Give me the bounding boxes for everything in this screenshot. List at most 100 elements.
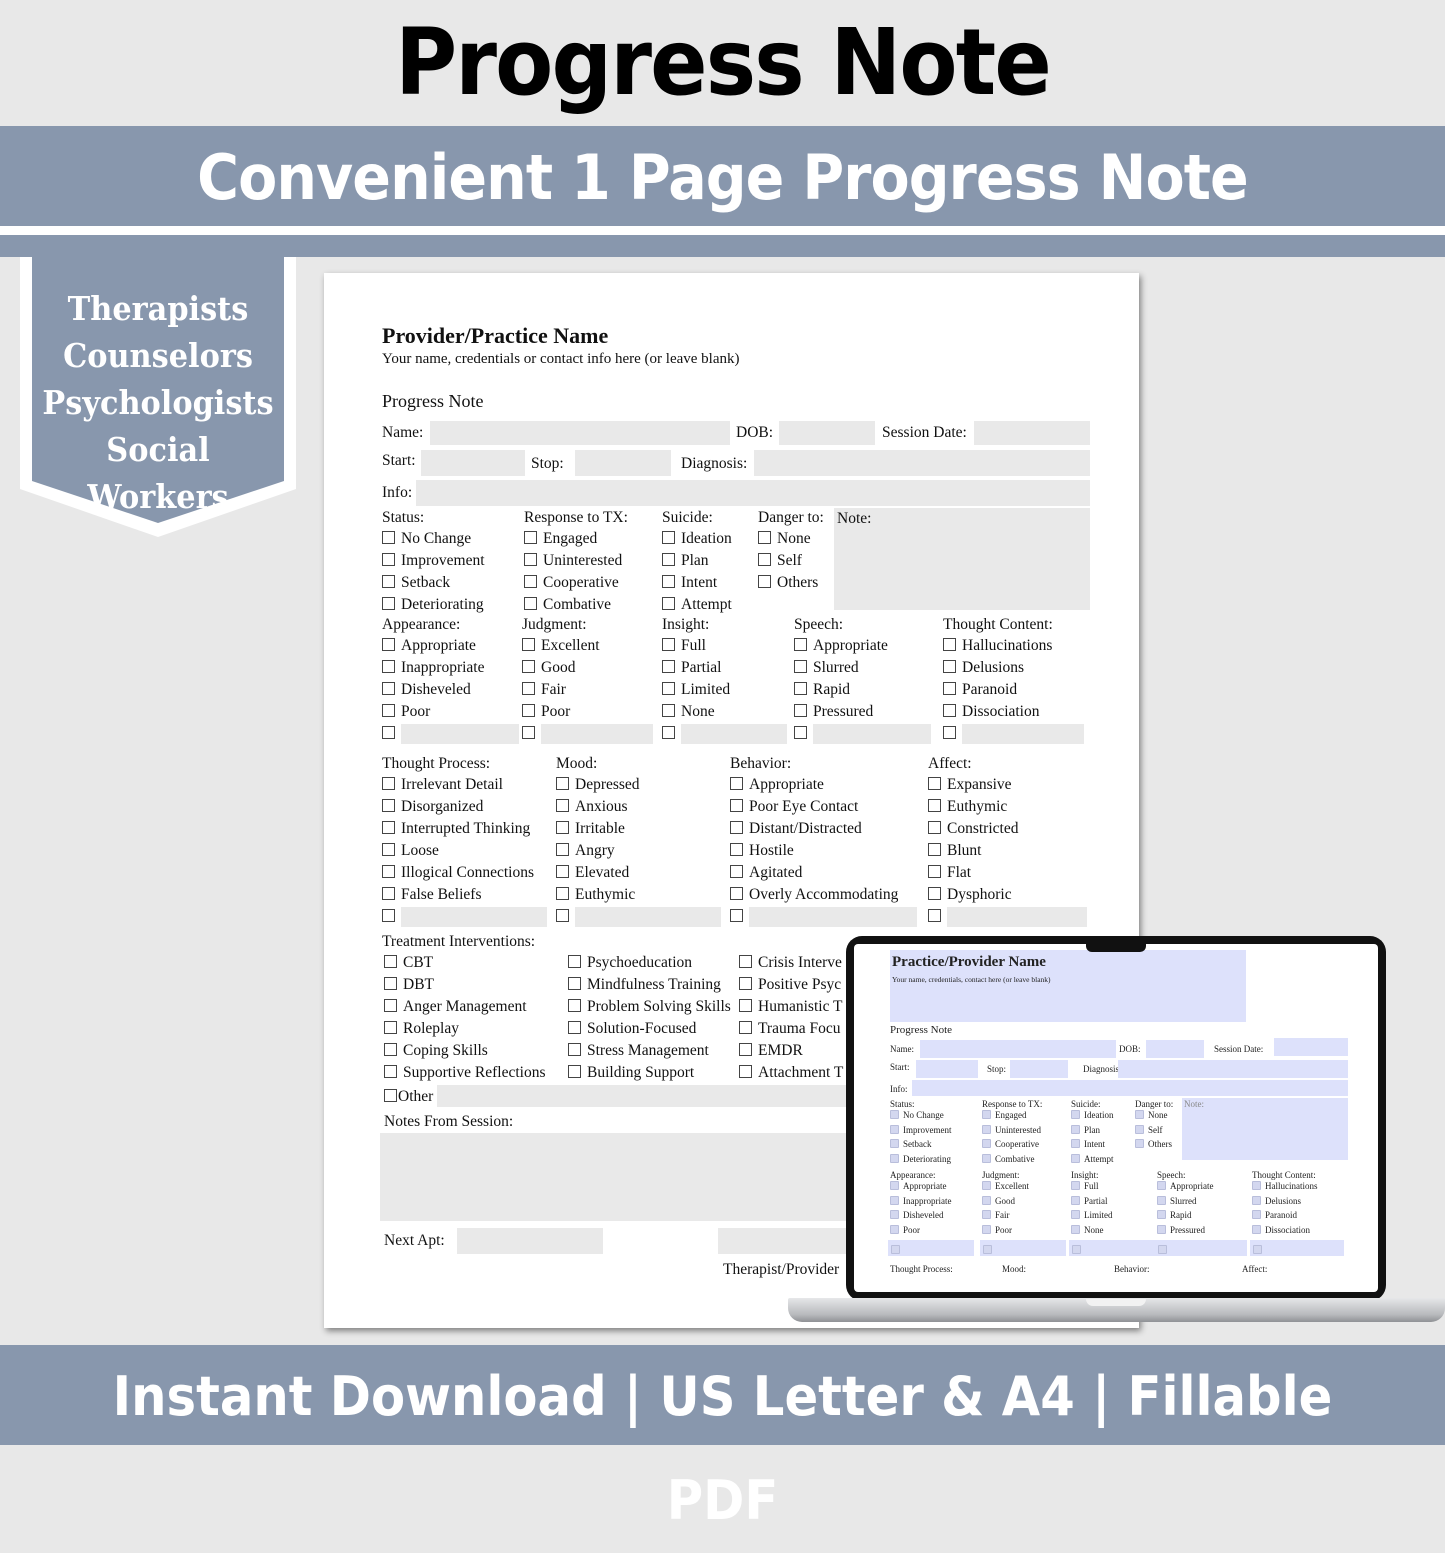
laptop-checkbox-item[interactable]: Pressured: [1157, 1224, 1205, 1235]
session-date-field[interactable]: [974, 421, 1090, 445]
custom-option[interactable]: [522, 723, 653, 745]
checkbox-item[interactable]: Dissociation: [943, 701, 1053, 723]
checkbox-item[interactable]: Setback: [382, 572, 485, 594]
checkbox[interactable]: [794, 682, 807, 695]
custom-option-field[interactable]: [575, 907, 721, 927]
checkbox[interactable]: [890, 1210, 899, 1219]
dob-field[interactable]: [779, 421, 875, 445]
checkbox[interactable]: [556, 843, 569, 856]
checkbox[interactable]: [524, 531, 537, 544]
custom-option-field[interactable]: [749, 907, 917, 927]
treatment-item[interactable]: Psychoeducation: [568, 952, 731, 974]
custom-option-field[interactable]: [681, 724, 787, 744]
laptop-checkbox-item[interactable]: Delusions: [1252, 1195, 1301, 1206]
checkbox[interactable]: [1252, 1224, 1261, 1234]
checkbox-item[interactable]: Euthymic: [556, 884, 640, 906]
laptop-start-field[interactable]: [916, 1060, 978, 1078]
laptop-checkbox-item[interactable]: Uninterested: [982, 1124, 1041, 1135]
checkbox[interactable]: [890, 1153, 899, 1163]
treatment-item[interactable]: Building Support: [568, 1062, 731, 1084]
laptop-checkbox-item[interactable]: Limited: [1071, 1210, 1113, 1220]
custom-option-field[interactable]: [401, 907, 547, 927]
checkbox[interactable]: [943, 682, 956, 695]
custom-option-field[interactable]: [947, 907, 1087, 927]
checkbox-item[interactable]: False Beliefs: [382, 884, 534, 906]
checkbox[interactable]: [1071, 1195, 1080, 1205]
checkbox[interactable]: [730, 821, 743, 834]
checkbox[interactable]: [1253, 1245, 1262, 1254]
checkbox-item[interactable]: Expansive: [928, 774, 1018, 796]
checkbox-item[interactable]: Loose: [382, 840, 534, 862]
checkbox[interactable]: [382, 726, 395, 739]
checkbox[interactable]: [384, 999, 397, 1012]
checkbox[interactable]: [524, 597, 537, 610]
checkbox[interactable]: [556, 865, 569, 878]
checkbox-item[interactable]: Blunt: [928, 840, 1018, 862]
checkbox[interactable]: [382, 887, 395, 900]
checkbox[interactable]: [794, 704, 807, 717]
checkbox[interactable]: [382, 799, 395, 812]
checkbox[interactable]: [382, 575, 395, 588]
laptop-custom-option-field[interactable]: [1250, 1240, 1344, 1256]
checkbox[interactable]: [556, 909, 569, 922]
checkbox[interactable]: [739, 1065, 752, 1078]
laptop-checkbox-item[interactable]: Full: [1071, 1181, 1099, 1191]
custom-option[interactable]: [662, 723, 787, 745]
checkbox-item[interactable]: Angry: [556, 840, 640, 862]
treatment-item[interactable]: Stress Management: [568, 1040, 731, 1062]
checkbox[interactable]: [662, 704, 675, 717]
checkbox-item[interactable]: Partial: [662, 657, 730, 679]
checkbox[interactable]: [890, 1139, 899, 1148]
checkbox[interactable]: [382, 638, 395, 651]
custom-option[interactable]: [730, 906, 917, 928]
checkbox[interactable]: [890, 1181, 899, 1190]
laptop-checkbox-item[interactable]: No Change: [890, 1110, 944, 1120]
checkbox[interactable]: [928, 843, 941, 856]
checkbox[interactable]: [1135, 1124, 1144, 1134]
checkbox[interactable]: [1135, 1110, 1144, 1119]
laptop-checkbox-item[interactable]: Slurred: [1157, 1195, 1197, 1206]
checkbox-item[interactable]: Full: [662, 635, 730, 657]
checkbox[interactable]: [730, 865, 743, 878]
laptop-checkbox-item[interactable]: Excellent: [982, 1181, 1029, 1191]
treatment-item[interactable]: Supportive Reflections: [384, 1062, 546, 1084]
checkbox[interactable]: [522, 704, 535, 717]
laptop-stop-field[interactable]: [1010, 1060, 1068, 1078]
checkbox[interactable]: [1071, 1153, 1080, 1163]
checkbox[interactable]: [1252, 1181, 1261, 1190]
custom-option-field[interactable]: [813, 724, 931, 744]
checkbox-item[interactable]: Appropriate: [382, 635, 485, 657]
checkbox-item[interactable]: Interrupted Thinking: [382, 818, 534, 840]
laptop-session-date-field[interactable]: [1274, 1038, 1348, 1056]
treatment-item[interactable]: Problem Solving Skills: [568, 996, 731, 1018]
checkbox[interactable]: [1072, 1245, 1081, 1254]
laptop-custom-option-field[interactable]: [888, 1240, 974, 1256]
name-field[interactable]: [430, 421, 730, 445]
checkbox[interactable]: [556, 799, 569, 812]
laptop-checkbox-item[interactable]: Cooperative: [982, 1139, 1039, 1149]
checkbox[interactable]: [382, 909, 395, 922]
checkbox-item[interactable]: Plan: [662, 550, 732, 572]
checkbox[interactable]: [382, 682, 395, 695]
checkbox[interactable]: [1071, 1224, 1080, 1234]
checkbox[interactable]: [982, 1224, 991, 1234]
checkbox[interactable]: [730, 909, 743, 922]
checkbox[interactable]: [890, 1124, 899, 1134]
checkbox[interactable]: [384, 955, 397, 968]
checkbox-item[interactable]: Anxious: [556, 796, 640, 818]
checkbox[interactable]: [891, 1245, 900, 1254]
checkbox-item[interactable]: Agitated: [730, 862, 898, 884]
laptop-checkbox-item[interactable]: Appropriate: [1157, 1181, 1213, 1191]
checkbox-item[interactable]: Self: [758, 550, 824, 572]
checkbox-item[interactable]: Hallucinations: [943, 635, 1053, 657]
checkbox-item[interactable]: Poor: [382, 701, 485, 723]
laptop-checkbox-item[interactable]: Attempt: [1071, 1153, 1114, 1164]
laptop-checkbox-item[interactable]: Hallucinations: [1252, 1181, 1318, 1191]
checkbox[interactable]: [1252, 1210, 1261, 1219]
laptop-checkbox-item[interactable]: None: [1071, 1224, 1104, 1235]
checkbox[interactable]: [382, 531, 395, 544]
laptop-checkbox-item[interactable]: Combative: [982, 1153, 1035, 1164]
checkbox[interactable]: [1157, 1181, 1166, 1190]
checkbox[interactable]: [522, 682, 535, 695]
treatment-item[interactable]: CBT: [384, 952, 546, 974]
